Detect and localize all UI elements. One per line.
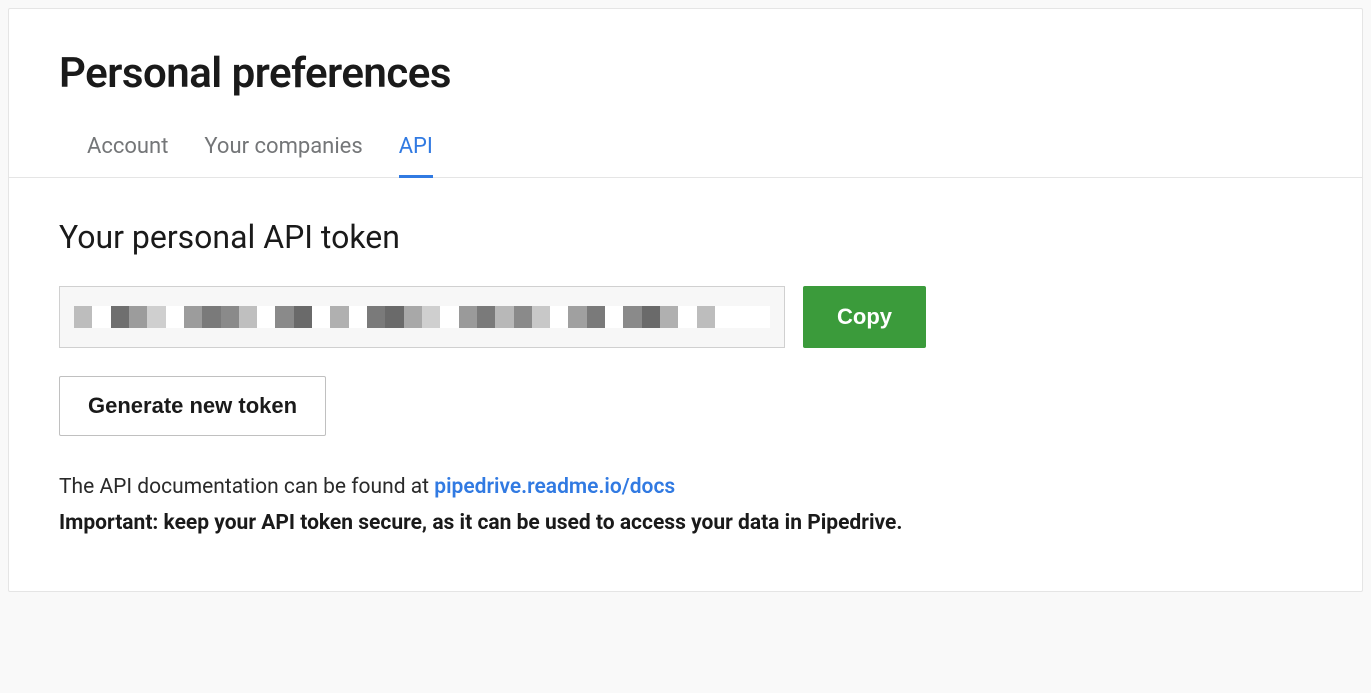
section-title: Your personal API token xyxy=(59,218,1312,256)
doc-link[interactable]: pipedrive.readme.io/docs xyxy=(434,475,675,499)
token-row: Copy xyxy=(59,286,1312,348)
tab-account[interactable]: Account xyxy=(87,126,168,178)
preferences-card: Personal preferences Account Your compan… xyxy=(8,8,1363,592)
tab-your-companies[interactable]: Your companies xyxy=(204,126,362,178)
api-token-field[interactable] xyxy=(59,286,785,348)
obscured-token-icon xyxy=(74,306,770,328)
card-body: Your personal API token xyxy=(9,178,1362,591)
tab-api[interactable]: API xyxy=(399,126,433,178)
page-title: Personal preferences xyxy=(59,49,1312,98)
doc-text-prefix: The API documentation can be found at xyxy=(59,475,434,499)
doc-line: The API documentation can be found at pi… xyxy=(59,470,1312,506)
card-header: Personal preferences Account Your compan… xyxy=(9,9,1362,178)
important-line: Important: keep your API token secure, a… xyxy=(59,506,1312,542)
copy-button[interactable]: Copy xyxy=(803,286,926,348)
generate-new-token-button[interactable]: Generate new token xyxy=(59,376,326,436)
tabs-bar: Account Your companies API xyxy=(9,126,1362,178)
